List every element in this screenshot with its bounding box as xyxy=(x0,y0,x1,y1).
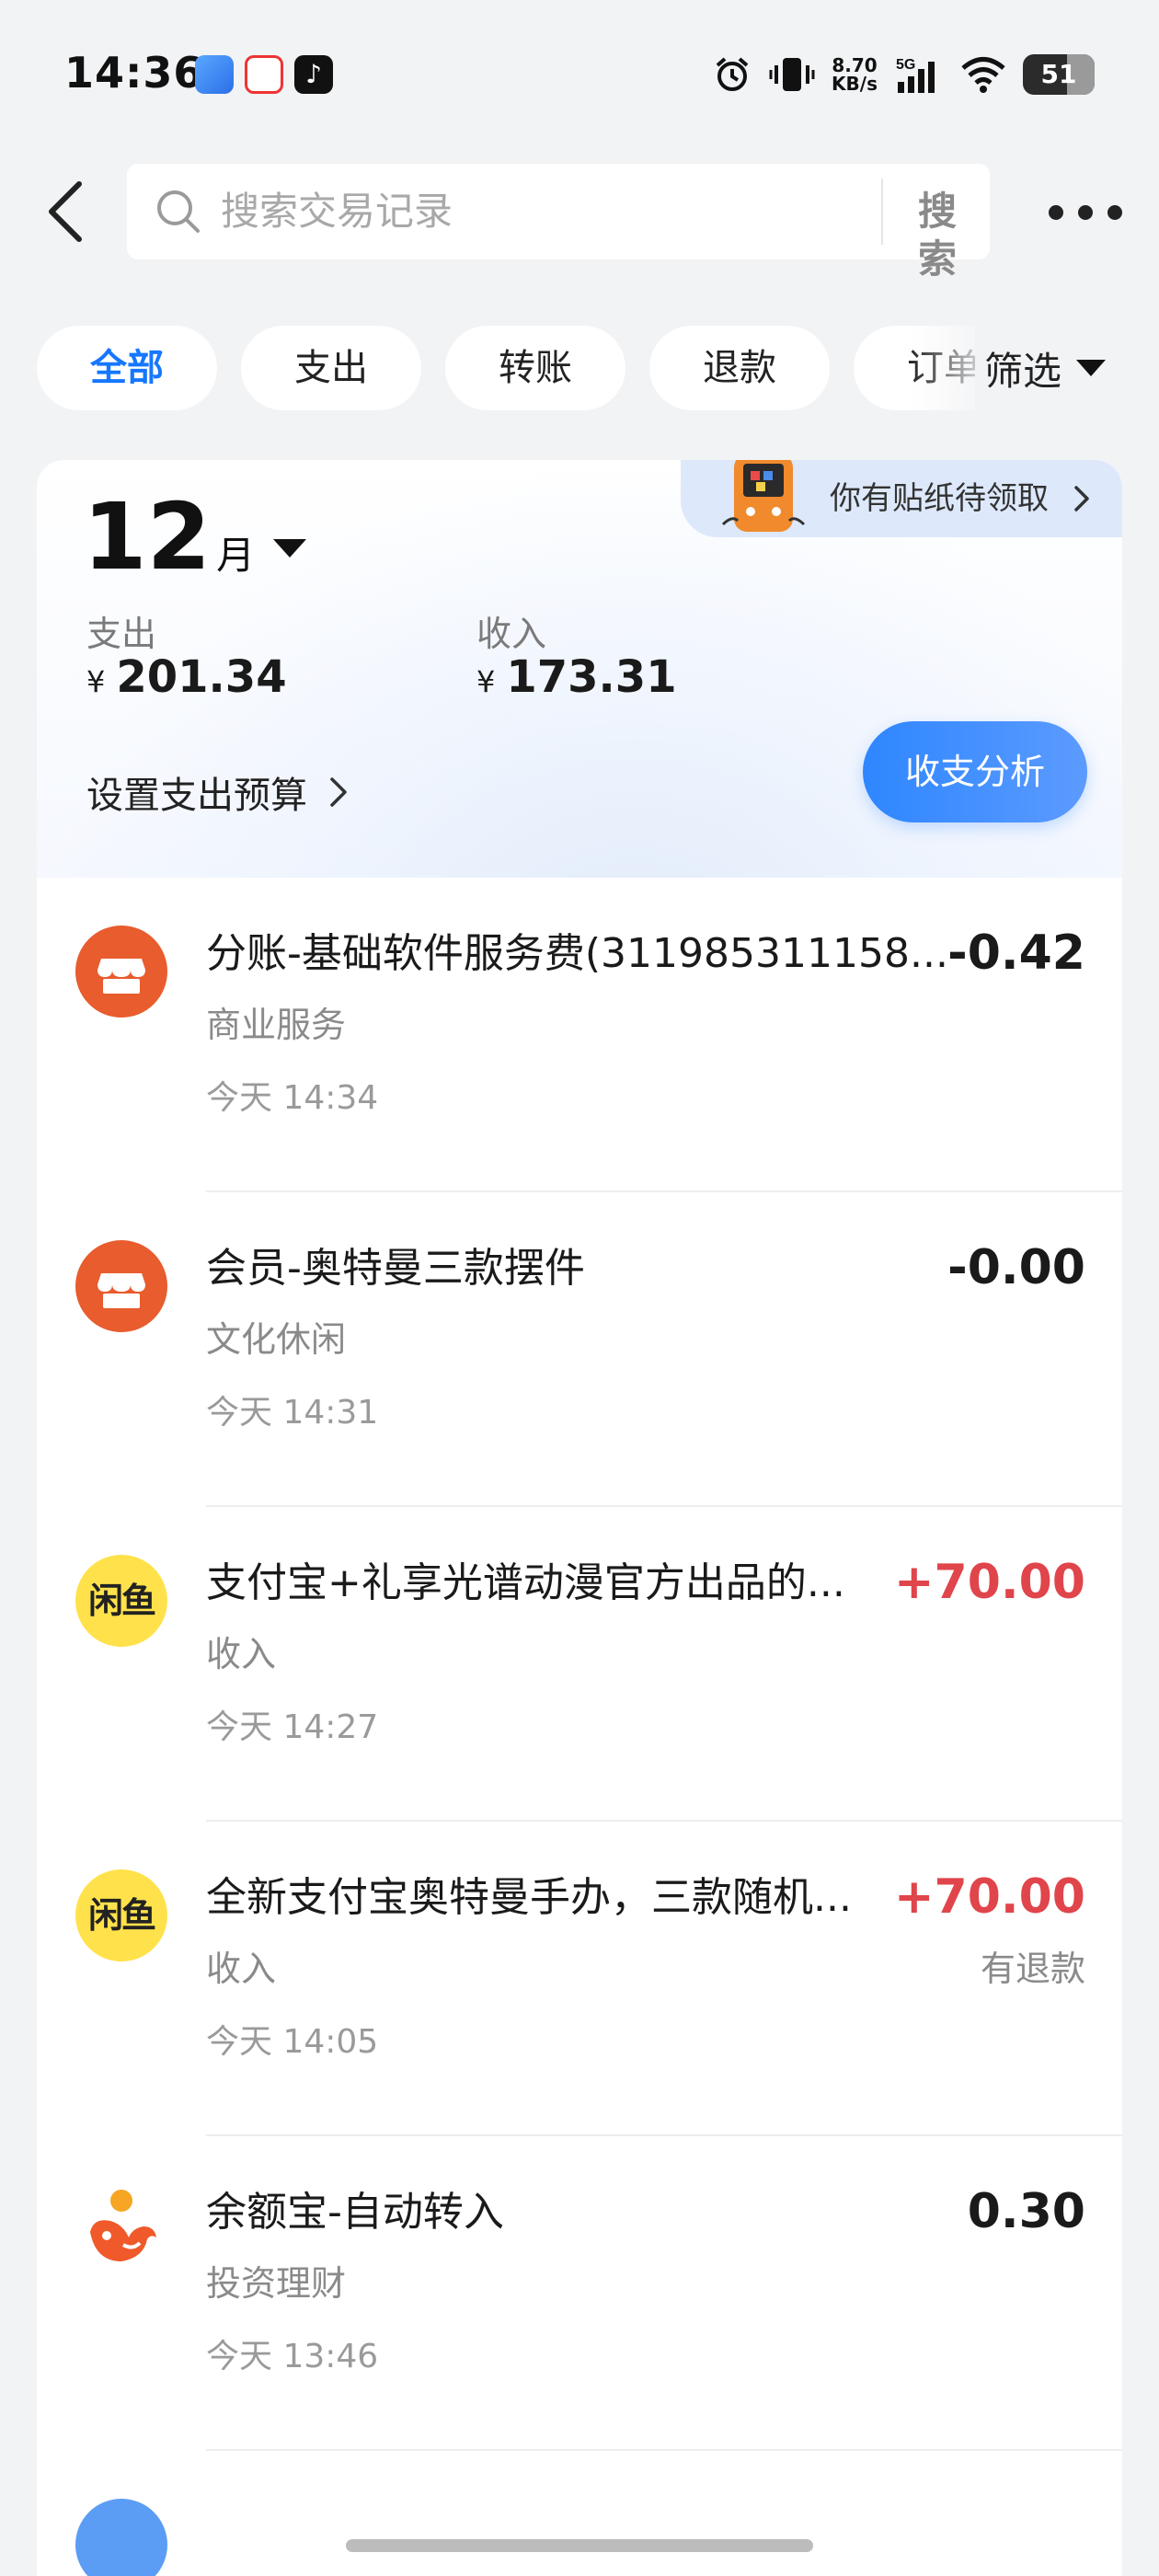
search-icon xyxy=(157,190,200,233)
transaction-title: 会员-奥特曼三款摆件 xyxy=(206,1245,585,1292)
tab-all[interactable]: 全部 xyxy=(37,326,217,410)
transaction-time: 今天 14:27 xyxy=(206,1708,379,1746)
xianyu-icon: 闲鱼 xyxy=(75,1869,167,1961)
back-arrow-icon xyxy=(49,181,82,242)
battery-icon: 51 xyxy=(1023,54,1095,95)
vibrate-icon xyxy=(769,58,815,91)
transaction-amount: -0.00 xyxy=(947,1240,1085,1295)
transaction-title: 分账-基础软件服务费(311985311158... xyxy=(206,930,948,977)
transaction-category: 收入 xyxy=(206,1634,277,1674)
status-indicators: 8.70 KB/s 5G 51 xyxy=(712,52,1095,98)
search-divider xyxy=(881,178,883,245)
wifi-icon xyxy=(961,57,1005,93)
transaction-item[interactable]: 余额宝-自动转入 0.30 投资理财 今天 13:46 xyxy=(37,2136,1122,2451)
more-options-icon[interactable] xyxy=(1049,190,1122,236)
monthly-summary: 你有贴纸待领取 12 月 支出 ¥201.34 收入 ¥173.31 设置支出预… xyxy=(37,460,1122,878)
app-notification-icon xyxy=(195,55,234,94)
tab-refund[interactable]: 退款 xyxy=(649,326,830,410)
xianyu-logo-text: 闲鱼 xyxy=(87,1895,156,1936)
transaction-amount: +70.00 xyxy=(893,1869,1085,1925)
caret-down-icon xyxy=(273,539,307,558)
budget-label: 设置支出预算 xyxy=(86,775,307,817)
divider xyxy=(206,2449,1122,2451)
month-unit: 月 xyxy=(216,533,256,578)
shop-icon xyxy=(75,926,167,1018)
currency-symbol: ¥ xyxy=(86,664,106,699)
refund-note: 有退款 xyxy=(980,1949,1085,1989)
transaction-title: 全新支付宝奥特曼手办，三款随机... xyxy=(206,1874,852,1921)
transaction-amount: -0.42 xyxy=(947,926,1085,981)
sticker-mascot-icon xyxy=(721,460,806,532)
transaction-time: 今天 14:05 xyxy=(206,2023,379,2061)
tab-transfer[interactable]: 转账 xyxy=(445,326,625,410)
transaction-amount: 0.30 xyxy=(967,2184,1085,2239)
transactions-card: 你有贴纸待领取 12 月 支出 ¥201.34 收入 ¥173.31 设置支出预… xyxy=(37,460,1122,2576)
network-speed: 8.70 KB/s xyxy=(832,54,878,95)
transaction-time: 今天 14:31 xyxy=(206,1394,379,1432)
transaction-category: 文化休闲 xyxy=(206,1319,347,1360)
transaction-category: 投资理财 xyxy=(206,2263,347,2304)
month-number: 12 xyxy=(83,483,212,591)
transaction-item[interactable]: 分账-基础软件服务费(311985311158... -0.42 商业服务 今天… xyxy=(37,878,1122,1192)
xianyu-logo-text: 闲鱼 xyxy=(87,1581,156,1621)
transaction-time: 今天 14:34 xyxy=(206,1079,379,1117)
transaction-item[interactable]: 闲鱼 支付宝+礼享光谱动漫官方出品的... +70.00 收入 今天 14:27 xyxy=(37,1507,1122,1822)
transaction-title: 余额宝-自动转入 xyxy=(206,2189,504,2236)
expense-total: ¥201.34 xyxy=(86,651,287,703)
sticker-banner-text: 你有贴纸待领取 xyxy=(830,480,1049,517)
shop-icon xyxy=(75,1240,167,1332)
transaction-time: 今天 13:46 xyxy=(206,2338,379,2375)
transaction-amount: +70.00 xyxy=(893,1555,1085,1610)
tiktok-icon: ♪ xyxy=(294,55,333,94)
search-button[interactable]: 搜索 xyxy=(918,188,990,283)
currency-symbol: ¥ xyxy=(476,664,496,699)
expense-label: 支出 xyxy=(86,614,157,654)
month-selector[interactable]: 12 月 xyxy=(83,482,307,592)
set-budget-link[interactable]: 设置支出预算 xyxy=(86,760,350,824)
yuebao-icon xyxy=(75,2184,167,2276)
filter-label: 筛选 xyxy=(984,348,1062,394)
back-button[interactable] xyxy=(37,175,101,248)
caret-down-icon xyxy=(1076,360,1107,376)
search-input[interactable]: 搜索交易记录 搜索 xyxy=(127,164,990,282)
home-indicator[interactable] xyxy=(346,2539,813,2552)
transaction-item[interactable]: 闲鱼 全新支付宝奥特曼手办，三款随机... +70.00 收入 有退款 今天 1… xyxy=(37,1822,1122,2136)
transaction-title: 支付宝+礼享光谱动漫官方出品的... xyxy=(206,1559,845,1606)
xianyu-icon: 闲鱼 xyxy=(75,1555,167,1647)
svg-text:5G: 5G xyxy=(896,57,915,73)
filter-button[interactable]: 筛选 xyxy=(979,326,1107,410)
alarm-icon xyxy=(716,57,749,91)
partial-transaction-icon xyxy=(75,2499,167,2576)
app-notification-icon xyxy=(245,55,283,94)
income-expense-analysis-button[interactable]: 收支分析 xyxy=(863,721,1087,822)
signal-icon: 5G xyxy=(896,57,935,93)
transaction-category: 商业服务 xyxy=(206,1005,347,1045)
income-label: 收入 xyxy=(476,614,547,654)
search-placeholder: 搜索交易记录 xyxy=(221,189,453,234)
status-time: 14:36 xyxy=(64,48,204,98)
chevron-right-icon xyxy=(1074,486,1089,512)
tab-expense[interactable]: 支出 xyxy=(241,326,421,410)
chevron-right-icon xyxy=(330,777,347,807)
transaction-item[interactable]: 会员-奥特曼三款摆件 -0.00 文化休闲 今天 14:31 xyxy=(37,1192,1122,1507)
income-total: ¥173.31 xyxy=(476,651,677,703)
status-bar: 14:36 ♪ 8.70 KB/s 5G 51 xyxy=(0,0,1159,147)
category-tabs: 全部 支出 转账 退款 订单 xyxy=(37,326,975,410)
transaction-category: 收入 xyxy=(206,1949,277,1989)
transaction-records-page: 14:36 ♪ 8.70 KB/s 5G 51 搜索交易记录 搜索 全部 支出 … xyxy=(0,0,1159,2576)
